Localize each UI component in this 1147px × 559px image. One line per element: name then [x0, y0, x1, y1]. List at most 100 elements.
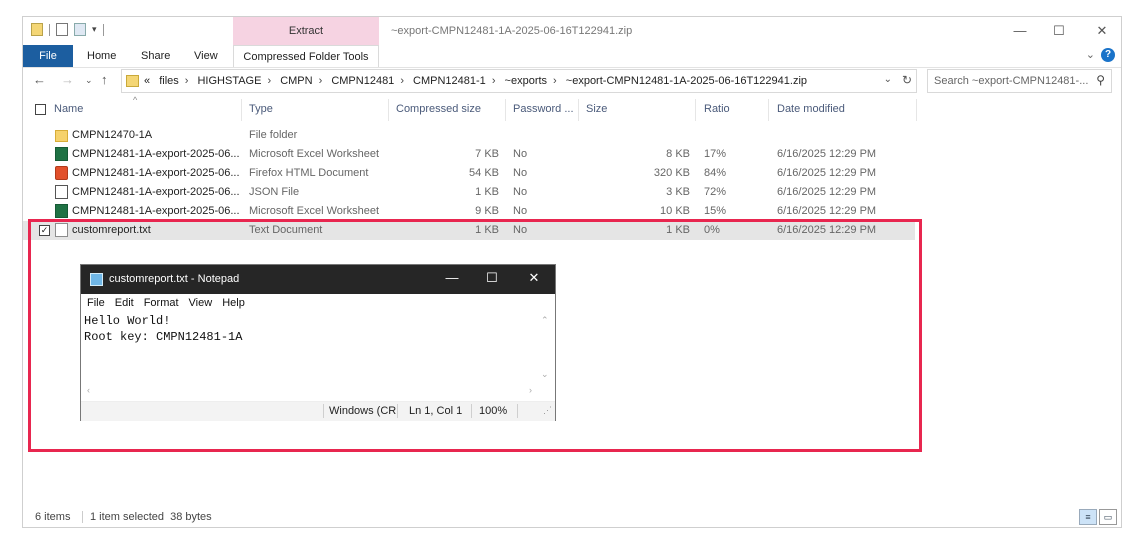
file-type: Microsoft Excel Worksheet — [249, 205, 380, 217]
search-box[interactable]: Search ~export-CMPN12481-... ⚲ — [927, 69, 1112, 93]
status-divider — [323, 404, 324, 418]
scroll-left-icon[interactable]: ‹ — [87, 385, 90, 395]
back-arrow-icon[interactable]: ← — [33, 72, 46, 87]
properties-icon[interactable] — [56, 23, 68, 36]
large-icons-view-icon[interactable]: ▭ — [1099, 509, 1117, 525]
excel-file-icon — [55, 204, 68, 218]
breadcrumb-separator[interactable]: › — [319, 75, 323, 87]
column-date-modified[interactable]: Date modified — [777, 103, 845, 115]
file-ratio: 72% — [704, 186, 727, 198]
column-divider[interactable] — [578, 99, 579, 121]
selection-info: 1 item selected 38 bytes — [90, 511, 212, 523]
recent-locations-icon[interactable]: ⌄ — [85, 75, 93, 86]
search-placeholder: Search ~export-CMPN12481-... — [934, 75, 1089, 87]
refresh-icon[interactable]: ↻ — [902, 73, 912, 87]
breadcrumb-separator[interactable]: › — [492, 75, 496, 87]
tab-share[interactable]: Share — [141, 45, 170, 67]
column-ratio[interactable]: Ratio — [704, 103, 730, 115]
column-password[interactable]: Password ... — [513, 103, 574, 115]
resize-grip-icon[interactable]: ⋰ — [543, 405, 552, 416]
column-divider[interactable] — [916, 99, 917, 121]
file-row[interactable]: CMPN12481-1A-export-2025-06... JSON File… — [23, 183, 915, 202]
minimize-button[interactable]: — — [1003, 21, 1037, 41]
json-file-icon — [55, 185, 68, 199]
customize-toolbar-icon[interactable]: ▾ — [92, 24, 97, 35]
forward-arrow-icon[interactable]: → — [61, 72, 74, 87]
up-arrow-icon[interactable]: ↑ — [101, 72, 108, 87]
text-line: Root key: CMPN12481-1A — [84, 330, 243, 344]
file-row[interactable]: CMPN12481-1A-export-2025-06... Microsoft… — [23, 145, 915, 164]
status-divider — [397, 404, 398, 418]
search-icon[interactable]: ⚲ — [1096, 73, 1105, 87]
excel-file-icon — [55, 147, 68, 161]
details-view-icon[interactable]: ≡ — [1079, 509, 1097, 525]
breadcrumb-overflow[interactable]: « — [144, 75, 150, 87]
breadcrumb-separator[interactable]: › — [185, 75, 189, 87]
tab-home[interactable]: Home — [87, 45, 116, 67]
breadcrumb-separator[interactable]: › — [267, 75, 271, 87]
column-divider[interactable] — [695, 99, 696, 121]
menu-help[interactable]: Help — [216, 294, 249, 312]
menu-file[interactable]: File — [81, 294, 109, 312]
select-all-checkbox[interactable] — [35, 104, 46, 115]
folder-icon[interactable] — [31, 23, 43, 36]
chevron-down-icon[interactable]: ⌄ — [1086, 48, 1095, 61]
horizontal-scrollbar[interactable]: ‹ › — [83, 385, 539, 397]
column-name[interactable]: Name — [54, 103, 83, 115]
breadcrumb-highstage[interactable]: HIGHSTAGE — [197, 75, 261, 87]
notepad-close-button[interactable]: ✕ — [519, 270, 549, 286]
file-row[interactable]: CMPN12481-1A-export-2025-06... Firefox H… — [23, 164, 915, 183]
vertical-scrollbar[interactable]: ⌃ ⌄ — [539, 313, 553, 385]
column-divider[interactable] — [241, 99, 242, 121]
tab-view[interactable]: View — [194, 45, 218, 67]
scroll-up-icon[interactable]: ⌃ — [541, 315, 549, 326]
file-ratio: 84% — [704, 167, 727, 179]
extract-tab-header[interactable]: Extract — [233, 17, 379, 45]
breadcrumb-cmpn[interactable]: CMPN — [280, 75, 312, 87]
column-type[interactable]: Type — [249, 103, 273, 115]
column-compressed-size[interactable]: Compressed size — [396, 103, 481, 115]
menu-edit[interactable]: Edit — [109, 294, 138, 312]
file-compressed-size: 7 KB — [475, 148, 499, 160]
notepad-title-bar[interactable]: customreport.txt - Notepad — ☐ ✕ — [81, 265, 555, 294]
file-compressed-size: 9 KB — [475, 205, 499, 217]
breadcrumb-separator[interactable]: › — [553, 75, 557, 87]
file-size: 3 KB — [666, 186, 690, 198]
column-size[interactable]: Size — [586, 103, 607, 115]
column-divider[interactable] — [388, 99, 389, 121]
address-dropdown-icon[interactable]: ⌄ — [884, 74, 892, 85]
help-icon[interactable]: ? — [1101, 48, 1115, 62]
menu-view[interactable]: View — [183, 294, 217, 312]
file-size: 10 KB — [660, 205, 690, 217]
scroll-right-icon[interactable]: › — [529, 385, 532, 395]
breadcrumb-files[interactable]: files — [159, 75, 179, 87]
breadcrumb-cmpn12481[interactable]: CMPN12481 — [331, 75, 394, 87]
notepad-maximize-button[interactable]: ☐ — [477, 270, 507, 286]
file-name: CMPN12470-1A — [72, 129, 153, 141]
scroll-down-icon[interactable]: ⌄ — [541, 369, 549, 380]
column-divider[interactable] — [505, 99, 506, 121]
file-ratio: 17% — [704, 148, 727, 160]
breadcrumb-cmpn12481-1[interactable]: CMPN12481-1 — [413, 75, 486, 87]
breadcrumb-zip[interactable]: ~export-CMPN12481-1A-2025-06-16T122941.z… — [566, 75, 807, 87]
new-folder-icon[interactable] — [74, 23, 86, 36]
sort-ascending-icon: ^ — [133, 95, 138, 105]
file-compressed-size: 54 KB — [469, 167, 499, 179]
notepad-minimize-button[interactable]: — — [437, 270, 467, 285]
breadcrumb-separator[interactable]: › — [400, 75, 404, 87]
item-count: 6 items — [35, 511, 71, 523]
folder-icon — [55, 130, 68, 142]
notepad-text-area[interactable]: Hello World! Root key: CMPN12481-1A — [84, 313, 242, 345]
file-name: CMPN12481-1A-export-2025-06... — [72, 186, 240, 198]
ribbon-tabs: File Home Share View Compressed Folder T… — [23, 45, 1121, 68]
breadcrumb-exports[interactable]: ~exports — [505, 75, 548, 87]
file-date: 6/16/2025 12:29 PM — [777, 167, 877, 179]
maximize-button[interactable]: ☐ — [1042, 21, 1076, 41]
tab-compressed-folder-tools[interactable]: Compressed Folder Tools — [233, 45, 379, 67]
menu-format[interactable]: Format — [138, 294, 183, 312]
tab-file[interactable]: File — [23, 45, 73, 67]
close-button[interactable]: ✕ — [1085, 21, 1119, 41]
column-divider[interactable] — [768, 99, 769, 121]
address-bar[interactable]: « files › HIGHSTAGE › CMPN › CMPN12481 › CMP… — [121, 69, 917, 93]
file-row[interactable]: CMPN12470-1A File folder — [23, 126, 915, 145]
